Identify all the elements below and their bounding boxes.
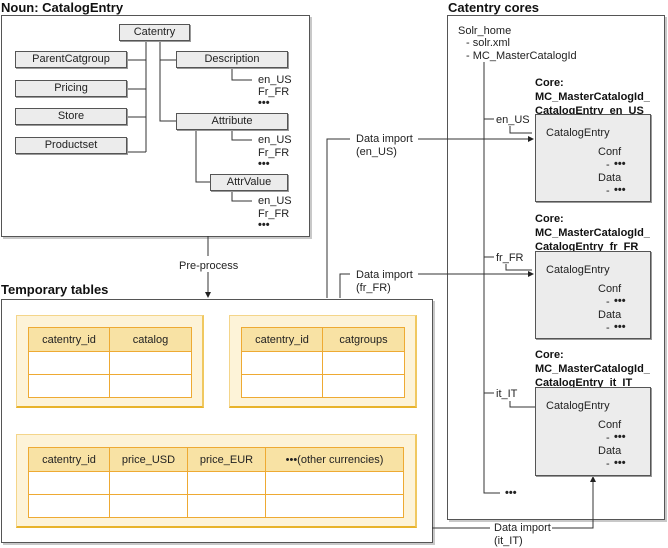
data-label: Data: [598, 445, 622, 457]
conf-label: Conf: [598, 146, 622, 158]
col-header: price_EUR: [187, 447, 266, 472]
cell: [109, 374, 192, 398]
col-header: price_USD: [109, 447, 188, 472]
node-catentry: Catentry: [119, 24, 190, 41]
locale-it-label: it_IT: [496, 388, 518, 400]
core-it-box: CatalogEntry Conf - ••• Data - •••: [535, 387, 651, 476]
node-attrvalue: AttrValue: [210, 174, 288, 191]
locale-label: en_US: [258, 195, 292, 207]
table-row: [241, 374, 405, 398]
cell: [28, 471, 110, 495]
core-entry-label: CatalogEntry: [546, 127, 610, 139]
col-header: catentry_id: [241, 327, 323, 352]
cell: [28, 374, 110, 398]
locale-label: en_US: [258, 134, 292, 146]
cell: [28, 351, 110, 375]
import-fr-label: Data import: [356, 269, 413, 281]
node-parentcatgroup: ParentCatgroup: [15, 51, 127, 68]
conf-label: Conf: [598, 419, 622, 431]
locale-label: en_US: [258, 74, 292, 86]
bullet: -: [606, 185, 610, 197]
table-row: [28, 351, 192, 375]
data-label: Data: [598, 309, 622, 321]
core-en-box: CatalogEntry Conf - ••• Data - •••: [535, 114, 651, 202]
ellipsis-icon: •••: [614, 158, 626, 170]
locale-fr-label: fr_FR: [496, 252, 524, 264]
core-entry-label: CatalogEntry: [546, 264, 610, 276]
bullet: -: [606, 432, 610, 444]
preprocess-label: Pre-process: [179, 260, 239, 272]
import-fr-locale: (fr_FR): [356, 282, 391, 294]
ellipsis-icon: •••: [614, 457, 626, 469]
cell: [322, 351, 405, 375]
table-row: [241, 351, 405, 375]
import-it-label: Data import: [494, 522, 551, 534]
node-productset: Productset: [15, 137, 127, 154]
table-row: [28, 374, 192, 398]
solr-home-label: Solr_home: [458, 25, 512, 37]
node-store: Store: [15, 108, 127, 125]
core-entry-label: CatalogEntry: [546, 400, 610, 412]
table-row: [28, 494, 404, 518]
table-row: [28, 471, 404, 495]
bullet: -: [606, 322, 610, 334]
ellipsis-icon: •••: [258, 219, 270, 231]
cell: [109, 494, 188, 518]
cell: [28, 494, 110, 518]
core-title-line: MC_MasterCatalogId_: [535, 91, 650, 103]
temp-table-catalog: catentry_id catalog: [16, 315, 204, 408]
ellipsis-icon: •••: [258, 158, 270, 170]
ellipsis-icon: •••: [614, 431, 626, 443]
cell: [109, 471, 188, 495]
ellipsis-icon: •••: [614, 295, 626, 307]
core-en-title: Core: MC_MasterCatalogId_ CatalogEntry_e…: [535, 76, 650, 118]
col-header: catgroups: [322, 327, 405, 352]
bullet: -: [606, 159, 610, 171]
core-it-title: Core: MC_MasterCatalogId_ CatalogEntry_i…: [535, 348, 650, 390]
cell: [109, 351, 192, 375]
node-attribute: Attribute: [176, 113, 288, 130]
temp-table-catgroups: catentry_id catgroups: [229, 315, 417, 408]
solr-xml-label: - solr.xml: [466, 37, 510, 49]
master-catalog-label: - MC_MasterCatalogId: [466, 50, 577, 62]
col-header: catentry_id: [28, 447, 110, 472]
core-title-line: Core:: [535, 349, 564, 361]
ellipsis-icon: •••: [258, 97, 270, 109]
core-title-line: Core:: [535, 77, 564, 89]
locale-en-label: en_US: [496, 114, 530, 126]
core-fr-title: Core: MC_MasterCatalogId_ CatalogEntry_f…: [535, 212, 650, 254]
cell: [241, 351, 323, 375]
cell: [265, 471, 404, 495]
more-cores-ellipsis-icon: •••: [505, 487, 517, 499]
ellipsis-icon: •••: [614, 321, 626, 333]
temp-table-prices: catentry_id price_USD price_EUR •••(othe…: [16, 434, 417, 528]
core-title-line: Core:: [535, 213, 564, 225]
bullet: -: [606, 296, 610, 308]
core-title-line: MC_MasterCatalogId_: [535, 363, 650, 375]
import-it-locale: (it_IT): [494, 535, 523, 547]
data-label: Data: [598, 172, 622, 184]
cell: [322, 374, 405, 398]
cell: [187, 471, 266, 495]
core-title-line: MC_MasterCatalogId_: [535, 227, 650, 239]
node-description: Description: [176, 51, 288, 68]
cell: [265, 494, 404, 518]
core-fr-box: CatalogEntry Conf - ••• Data - •••: [535, 251, 651, 339]
import-en-label: Data import: [356, 133, 413, 145]
ellipsis-icon: •••: [614, 184, 626, 196]
col-header: catalog: [109, 327, 192, 352]
cell: [187, 494, 266, 518]
import-en-locale: (en_US): [356, 146, 397, 158]
node-pricing: Pricing: [15, 80, 127, 97]
bullet: -: [606, 458, 610, 470]
col-header: •••(other currencies): [265, 447, 404, 472]
col-header: catentry_id: [28, 327, 110, 352]
conf-label: Conf: [598, 283, 622, 295]
cell: [241, 374, 323, 398]
